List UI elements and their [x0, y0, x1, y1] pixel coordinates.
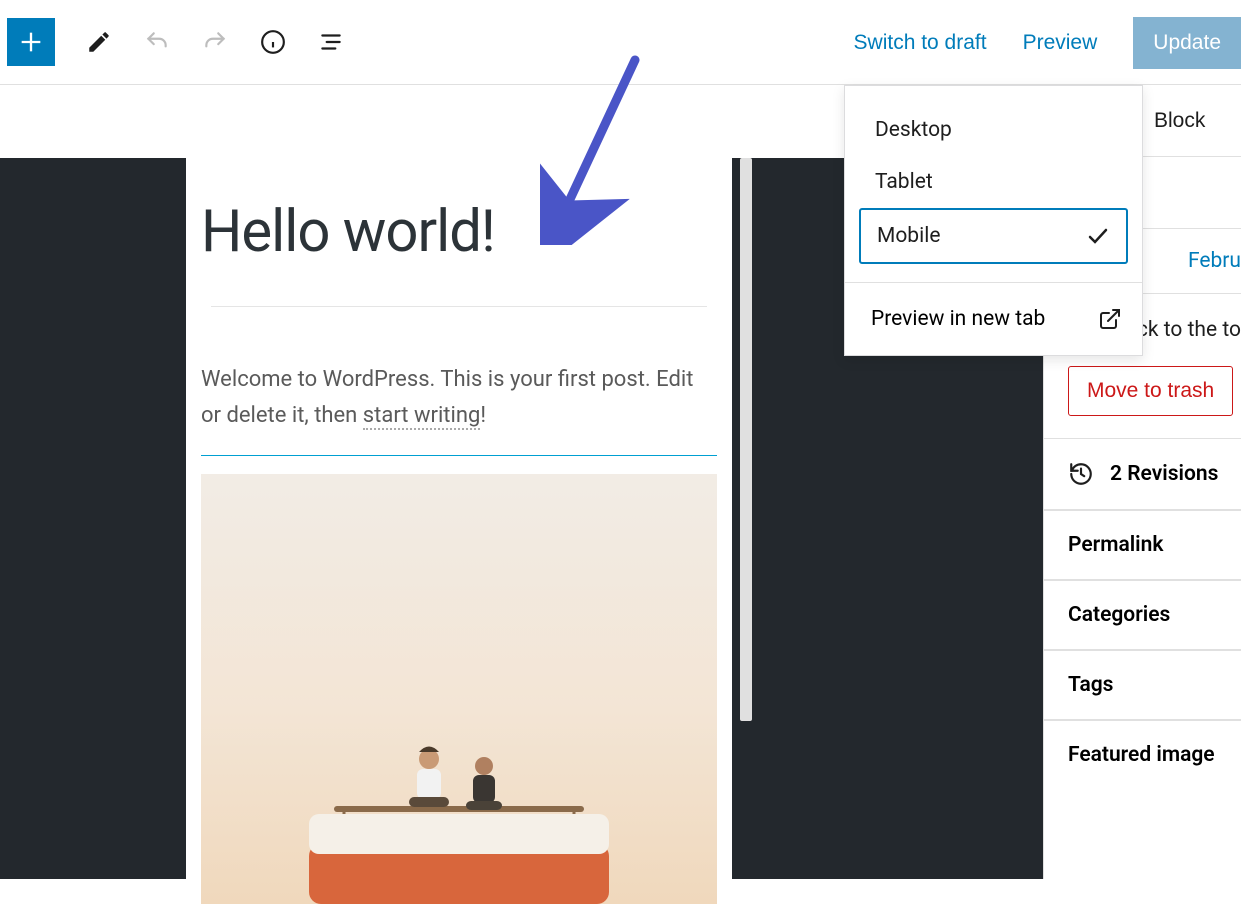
- tab-block[interactable]: Block: [1154, 109, 1205, 133]
- categories-panel[interactable]: Categories: [1044, 580, 1241, 650]
- preview-option-label: Tablet: [875, 170, 933, 194]
- external-link-icon: [1098, 307, 1122, 331]
- preview-option-tablet[interactable]: Tablet: [859, 156, 1128, 208]
- info-icon: [260, 29, 286, 55]
- paragraph-text-suffix: !: [480, 403, 486, 428]
- start-writing-link[interactable]: start writing: [363, 403, 481, 430]
- history-icon: [1068, 461, 1094, 487]
- check-icon: [1086, 224, 1110, 248]
- preview-option-mobile[interactable]: Mobile: [859, 208, 1128, 264]
- tool-button-group: [85, 28, 345, 56]
- revisions-label: 2 Revisions: [1110, 462, 1218, 486]
- preview-new-tab-label: Preview in new tab: [871, 307, 1045, 331]
- block-selection-border: [201, 455, 717, 456]
- move-to-trash-button[interactable]: Move to trash: [1068, 366, 1233, 416]
- resize-handle[interactable]: [740, 158, 752, 721]
- preview-dropdown: Desktop Tablet Mobile Preview in new tab: [844, 85, 1143, 356]
- revisions-panel[interactable]: 2 Revisions: [1044, 438, 1241, 510]
- preview-option-desktop[interactable]: Desktop: [859, 104, 1128, 156]
- image-block[interactable]: [201, 474, 717, 904]
- pencil-icon: [86, 29, 112, 55]
- add-block-button[interactable]: [7, 18, 55, 66]
- top-right-actions: Switch to draft Preview Update: [854, 0, 1241, 85]
- categories-label: Categories: [1068, 603, 1170, 627]
- undo-icon: [144, 29, 170, 55]
- featured-image-label: Featured image: [1068, 743, 1215, 767]
- plus-icon: [17, 28, 45, 56]
- preview-new-tab[interactable]: Preview in new tab: [845, 283, 1142, 355]
- image-placeholder-illustration: [249, 694, 669, 904]
- editor-top-toolbar: Switch to draft Preview Update: [0, 0, 1241, 85]
- tags-panel[interactable]: Tags: [1044, 650, 1241, 720]
- post-title[interactable]: Hello world!: [201, 198, 717, 266]
- preview-option-label: Mobile: [877, 224, 940, 248]
- undo-button[interactable]: [143, 28, 171, 56]
- preview-button[interactable]: Preview: [1023, 31, 1098, 55]
- list-view-icon: [318, 29, 344, 55]
- permalink-panel[interactable]: Permalink: [1044, 510, 1241, 580]
- featured-image-panel[interactable]: Featured image: [1044, 720, 1241, 789]
- edit-tool-button[interactable]: [85, 28, 113, 56]
- switch-to-draft-button[interactable]: Switch to draft: [854, 31, 987, 55]
- permalink-label: Permalink: [1068, 533, 1163, 557]
- title-separator: [211, 306, 707, 307]
- preview-option-label: Desktop: [875, 118, 952, 142]
- update-button[interactable]: Update: [1133, 17, 1241, 69]
- post-paragraph[interactable]: Welcome to WordPress. This is your first…: [201, 362, 717, 435]
- mobile-preview-frame: Hello world! Welcome to WordPress. This …: [186, 158, 732, 879]
- redo-icon: [202, 29, 228, 55]
- tags-label: Tags: [1068, 673, 1113, 697]
- details-button[interactable]: [259, 28, 287, 56]
- publish-date-value: Febru: [1188, 249, 1241, 273]
- outline-button[interactable]: [317, 28, 345, 56]
- redo-button[interactable]: [201, 28, 229, 56]
